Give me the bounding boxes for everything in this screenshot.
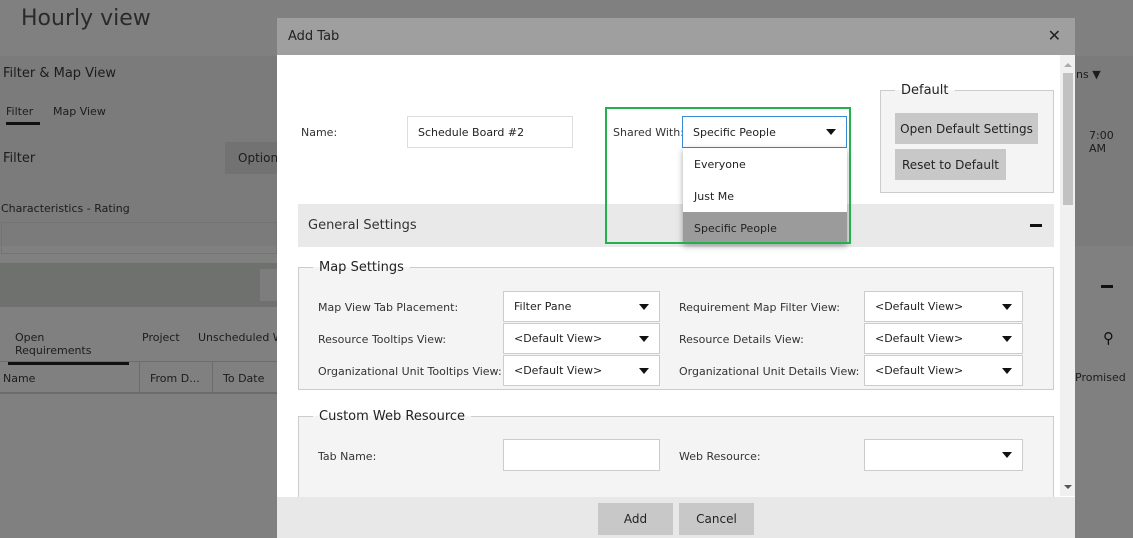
resource-details-view-select[interactable]: <Default View>: [864, 323, 1023, 354]
web-resource-label: Web Resource:: [679, 450, 761, 463]
select-value: <Default View>: [875, 300, 964, 313]
web-resource-select[interactable]: [864, 439, 1023, 471]
caret-down-icon: [1002, 335, 1012, 342]
custom-web-resource-legend: Custom Web Resource: [319, 409, 466, 424]
page-title: Hourly view: [21, 6, 151, 31]
scroll-down-icon[interactable]: [1064, 485, 1072, 489]
org-unit-details-view-label: Organizational Unit Details View:: [679, 365, 860, 378]
org-unit-tooltips-view-label: Organizational Unit Tooltips View:: [318, 365, 502, 378]
tab-unscheduled[interactable]: Unscheduled W: [198, 331, 277, 344]
scroll-up-icon[interactable]: [1064, 63, 1072, 67]
org-unit-details-view-select[interactable]: <Default View>: [864, 355, 1023, 386]
time-label: 7:00 AM: [1089, 129, 1114, 155]
select-value: <Default View>: [514, 364, 603, 377]
dialog-title: Add Tab: [288, 29, 340, 44]
column-to-date[interactable]: To Date: [212, 362, 264, 393]
column-from-date[interactable]: From D...: [139, 362, 200, 393]
search-icon[interactable]: ⚲: [1103, 329, 1114, 347]
options-button[interactable]: Option: [225, 142, 278, 174]
zoom-minus-icon[interactable]: [1101, 285, 1113, 288]
general-settings-label: General Settings: [308, 218, 417, 233]
tab-open-requirements[interactable]: Open Requirements: [8, 331, 129, 365]
scrollbar[interactable]: [1060, 55, 1075, 496]
org-unit-tooltips-view-select[interactable]: <Default View>: [503, 355, 660, 386]
map-view-tab-placement-select[interactable]: Filter Pane: [503, 291, 660, 322]
resource-tooltips-view-select[interactable]: <Default View>: [503, 323, 660, 354]
name-input[interactable]: Schedule Board #2: [407, 116, 573, 148]
column-name[interactable]: Name: [3, 372, 35, 385]
resource-details-view-label: Resource Details View:: [679, 333, 804, 346]
collapse-icon[interactable]: [1030, 224, 1042, 227]
caret-down-icon: [639, 335, 649, 342]
requirement-map-filter-view-select[interactable]: <Default View>: [864, 291, 1023, 322]
toolbar-button[interactable]: [260, 269, 277, 301]
tab-name-input[interactable]: [503, 439, 660, 471]
toolbar-band: [0, 263, 277, 307]
options-menu-label: ns: [1076, 68, 1089, 81]
caret-down-icon: ▼: [1092, 68, 1101, 81]
name-label: Name:: [301, 126, 338, 139]
dialog-footer: Add Cancel: [277, 497, 1075, 538]
select-value: <Default View>: [875, 364, 964, 377]
filter-label: Filter: [3, 151, 36, 166]
characteristics-label: Characteristics - Rating: [1, 202, 130, 215]
close-icon[interactable]: ✕: [1048, 26, 1061, 45]
tab-name-label: Tab Name:: [318, 450, 377, 463]
requirement-map-filter-view-label: Requirement Map Filter View:: [679, 301, 840, 314]
default-legend: Default: [901, 83, 949, 98]
select-value: Filter Pane: [514, 300, 572, 313]
filter-map-view-title: Filter & Map View: [3, 66, 117, 81]
dialog-header: Add Tab ✕: [277, 18, 1075, 55]
tab-filter[interactable]: Filter: [6, 105, 40, 125]
scrollbar-thumb[interactable]: [1063, 73, 1073, 205]
open-default-settings-button[interactable]: Open Default Settings: [895, 113, 1038, 144]
caret-down-icon: [1002, 303, 1012, 310]
add-tab-dialog: Add Tab ✕ Name: Schedule Board #2 Shared…: [277, 18, 1075, 538]
map-settings-legend: Map Settings: [319, 260, 404, 275]
caret-down-icon: [639, 303, 649, 310]
caret-down-icon: [639, 367, 649, 374]
add-button[interactable]: Add: [598, 503, 673, 535]
tab-map-view[interactable]: Map View: [53, 105, 106, 118]
caret-down-icon: [1002, 367, 1012, 374]
characteristics-input[interactable]: [1, 222, 277, 254]
select-value: <Default View>: [875, 332, 964, 345]
tab-project[interactable]: Project: [142, 331, 180, 344]
caret-down-icon: [1002, 452, 1012, 458]
map-view-tab-placement-label: Map View Tab Placement:: [318, 301, 459, 314]
column-promised[interactable]: Promised: [1075, 371, 1126, 384]
select-value: <Default View>: [514, 332, 603, 345]
table-header: Name From D... To Date: [0, 361, 277, 394]
cancel-button[interactable]: Cancel: [679, 503, 754, 535]
options-menu[interactable]: ns ▼: [1076, 68, 1101, 81]
reset-to-default-button[interactable]: Reset to Default: [895, 149, 1006, 180]
highlight-box: [605, 107, 851, 244]
resource-tooltips-view-label: Resource Tooltips View:: [318, 333, 447, 346]
